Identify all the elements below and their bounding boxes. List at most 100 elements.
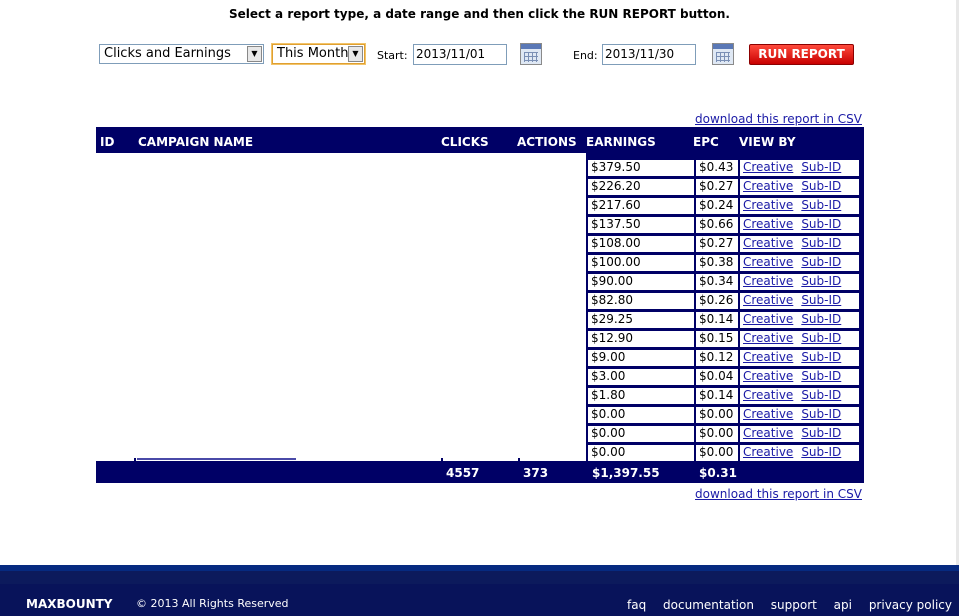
sub-id-link[interactable]: Sub-ID [801,407,841,421]
total-clicks: 4557 [446,466,480,480]
campaign-name-link[interactable] [137,458,296,460]
chevron-down-icon[interactable]: ▼ [247,46,262,62]
earnings-cell: $0.00 [588,445,694,461]
earnings-cell: $379.50 [588,160,694,176]
epc-cell: $0.14 [696,312,738,328]
view-by-cell: Creative Sub-ID [740,236,859,252]
epc-cell: $0.34 [696,274,738,290]
sub-id-link[interactable]: Sub-ID [801,350,841,364]
view-by-cell: Creative Sub-ID [740,312,859,328]
sub-id-link[interactable]: Sub-ID [801,293,841,307]
footer-link-faq[interactable]: faq [627,598,646,612]
end-date-input[interactable]: 2013/11/30 [602,44,696,65]
view-by-cell: Creative Sub-ID [740,274,859,290]
sub-id-link[interactable]: Sub-ID [801,312,841,326]
table-row: $100.00 $0.38 Creative Sub-ID [586,253,864,272]
table-row: $3.00 $0.04 Creative Sub-ID [586,367,864,386]
epc-cell: $0.00 [696,445,738,461]
earnings-cell: $0.00 [588,407,694,423]
earnings-cell: $1.80 [588,388,694,404]
header-clicks[interactable]: CLICKS [441,135,489,149]
creative-link[interactable]: Creative [743,179,793,193]
calendar-icon[interactable] [712,43,734,65]
footer-link-support[interactable]: support [771,598,817,612]
epc-cell: $0.38 [696,255,738,271]
sub-id-link[interactable]: Sub-ID [801,255,841,269]
start-date-input[interactable]: 2013/11/01 [413,44,507,65]
sub-id-link[interactable]: Sub-ID [801,236,841,250]
total-epc: $0.31 [699,466,737,480]
header-campaign-name[interactable]: CAMPAIGN NAME [138,135,253,149]
run-report-button[interactable]: RUN REPORT [749,44,854,65]
maxbounty-logo[interactable]: MAXBOUNTY [26,597,113,611]
start-label: Start: [377,49,408,62]
creative-link[interactable]: Creative [743,160,793,174]
table-row: $29.25 $0.14 Creative Sub-ID [586,310,864,329]
earnings-cell: $108.00 [588,236,694,252]
creative-link[interactable]: Creative [743,236,793,250]
sub-id-link[interactable]: Sub-ID [801,217,841,231]
header-id[interactable]: ID [100,135,114,149]
table-row: $12.90 $0.15 Creative Sub-ID [586,329,864,348]
table-row: $0.00 $0.00 Creative Sub-ID [586,424,864,443]
calendar-icon[interactable] [520,43,542,65]
footer: MAXBOUNTY © 2013 All Rights Reserved faq… [0,565,959,616]
creative-link[interactable]: Creative [743,293,793,307]
creative-link[interactable]: Creative [743,217,793,231]
creative-link[interactable]: Creative [743,331,793,345]
creative-link[interactable]: Creative [743,369,793,383]
header-epc[interactable]: EPC [693,135,719,149]
sub-id-link[interactable]: Sub-ID [801,198,841,212]
view-by-cell: Creative Sub-ID [740,331,859,347]
sub-id-link[interactable]: Sub-ID [801,388,841,402]
creative-link[interactable]: Creative [743,312,793,326]
total-earnings: $1,397.55 [592,466,660,480]
creative-link[interactable]: Creative [743,388,793,402]
table-row: $0.00 $0.00 Creative Sub-ID [586,443,864,462]
header-earnings[interactable]: EARNINGS [586,135,656,149]
epc-cell: $0.00 [696,426,738,442]
creative-link[interactable]: Creative [743,407,793,421]
view-by-cell: Creative Sub-ID [740,388,859,404]
footer-link-privacy-policy[interactable]: privacy policy [869,598,952,612]
view-by-cell: Creative Sub-ID [740,426,859,442]
table-row: $82.80 $0.26 Creative Sub-ID [586,291,864,310]
epc-cell: $0.24 [696,198,738,214]
creative-link[interactable]: Creative [743,445,793,459]
date-range-select[interactable]: This Month ▼ [271,43,366,65]
sub-id-link[interactable]: Sub-ID [801,445,841,459]
instructions: Select a report type, a date range and t… [229,7,730,21]
sub-id-link[interactable]: Sub-ID [801,369,841,383]
earnings-cell: $12.90 [588,331,694,347]
sub-id-link[interactable]: Sub-ID [801,160,841,174]
creative-link[interactable]: Creative [743,274,793,288]
view-by-cell: Creative Sub-ID [740,445,859,461]
table-row: $0.00 $0.00 Creative Sub-ID [586,405,864,424]
sub-id-link[interactable]: Sub-ID [801,426,841,440]
download-csv-link[interactable]: download this report in CSV [695,487,862,501]
table-row: $217.60 $0.24 Creative Sub-ID [586,196,864,215]
earnings-cell: $137.50 [588,217,694,233]
chevron-down-icon[interactable]: ▼ [348,46,363,62]
creative-link[interactable]: Creative [743,350,793,364]
epc-cell: $0.00 [696,407,738,423]
header-actions[interactable]: ACTIONS [517,135,577,149]
sub-id-link[interactable]: Sub-ID [801,274,841,288]
creative-link[interactable]: Creative [743,255,793,269]
footer-link-documentation[interactable]: documentation [663,598,754,612]
creative-link[interactable]: Creative [743,198,793,212]
footer-link-api[interactable]: api [834,598,852,612]
creative-link[interactable]: Creative [743,426,793,440]
earnings-cell: $82.80 [588,293,694,309]
end-label: End: [573,49,598,62]
download-csv-link[interactable]: download this report in CSV [695,112,862,126]
report-type-value: Clicks and Earnings [104,46,231,61]
report-type-select[interactable]: Clicks and Earnings ▼ [99,44,264,64]
epc-cell: $0.27 [696,179,738,195]
sub-id-link[interactable]: Sub-ID [801,331,841,345]
epc-cell: $0.43 [696,160,738,176]
table-row: $1.80 $0.14 Creative Sub-ID [586,386,864,405]
table-row: $137.50 $0.66 Creative Sub-ID [586,215,864,234]
sub-id-link[interactable]: Sub-ID [801,179,841,193]
view-by-cell: Creative Sub-ID [740,179,859,195]
